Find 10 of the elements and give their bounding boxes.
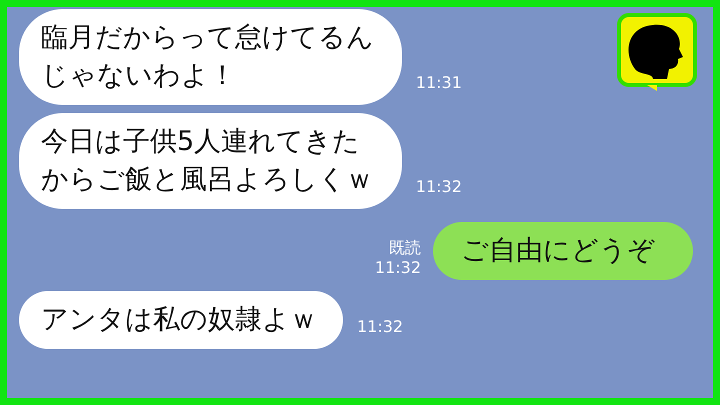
message-bubble: 臨月だからって怠けてるんじゃないわよ！ [19,9,402,105]
read-receipt: 既読 [389,238,421,258]
message-bubble: アンタは私の奴隷よｗ [19,291,343,349]
message-bubble: 今日は子供5人連れてきたからご飯と風呂よろしくｗ [19,113,402,209]
message-time: 11:32 [416,177,462,197]
message-time: 11:32 [374,258,421,278]
message-time: 11:31 [416,73,462,93]
message-bubble: ご自由にどうぞ [433,222,693,280]
person-silhouette-icon [617,13,697,93]
message-time: 11:32 [357,317,404,337]
